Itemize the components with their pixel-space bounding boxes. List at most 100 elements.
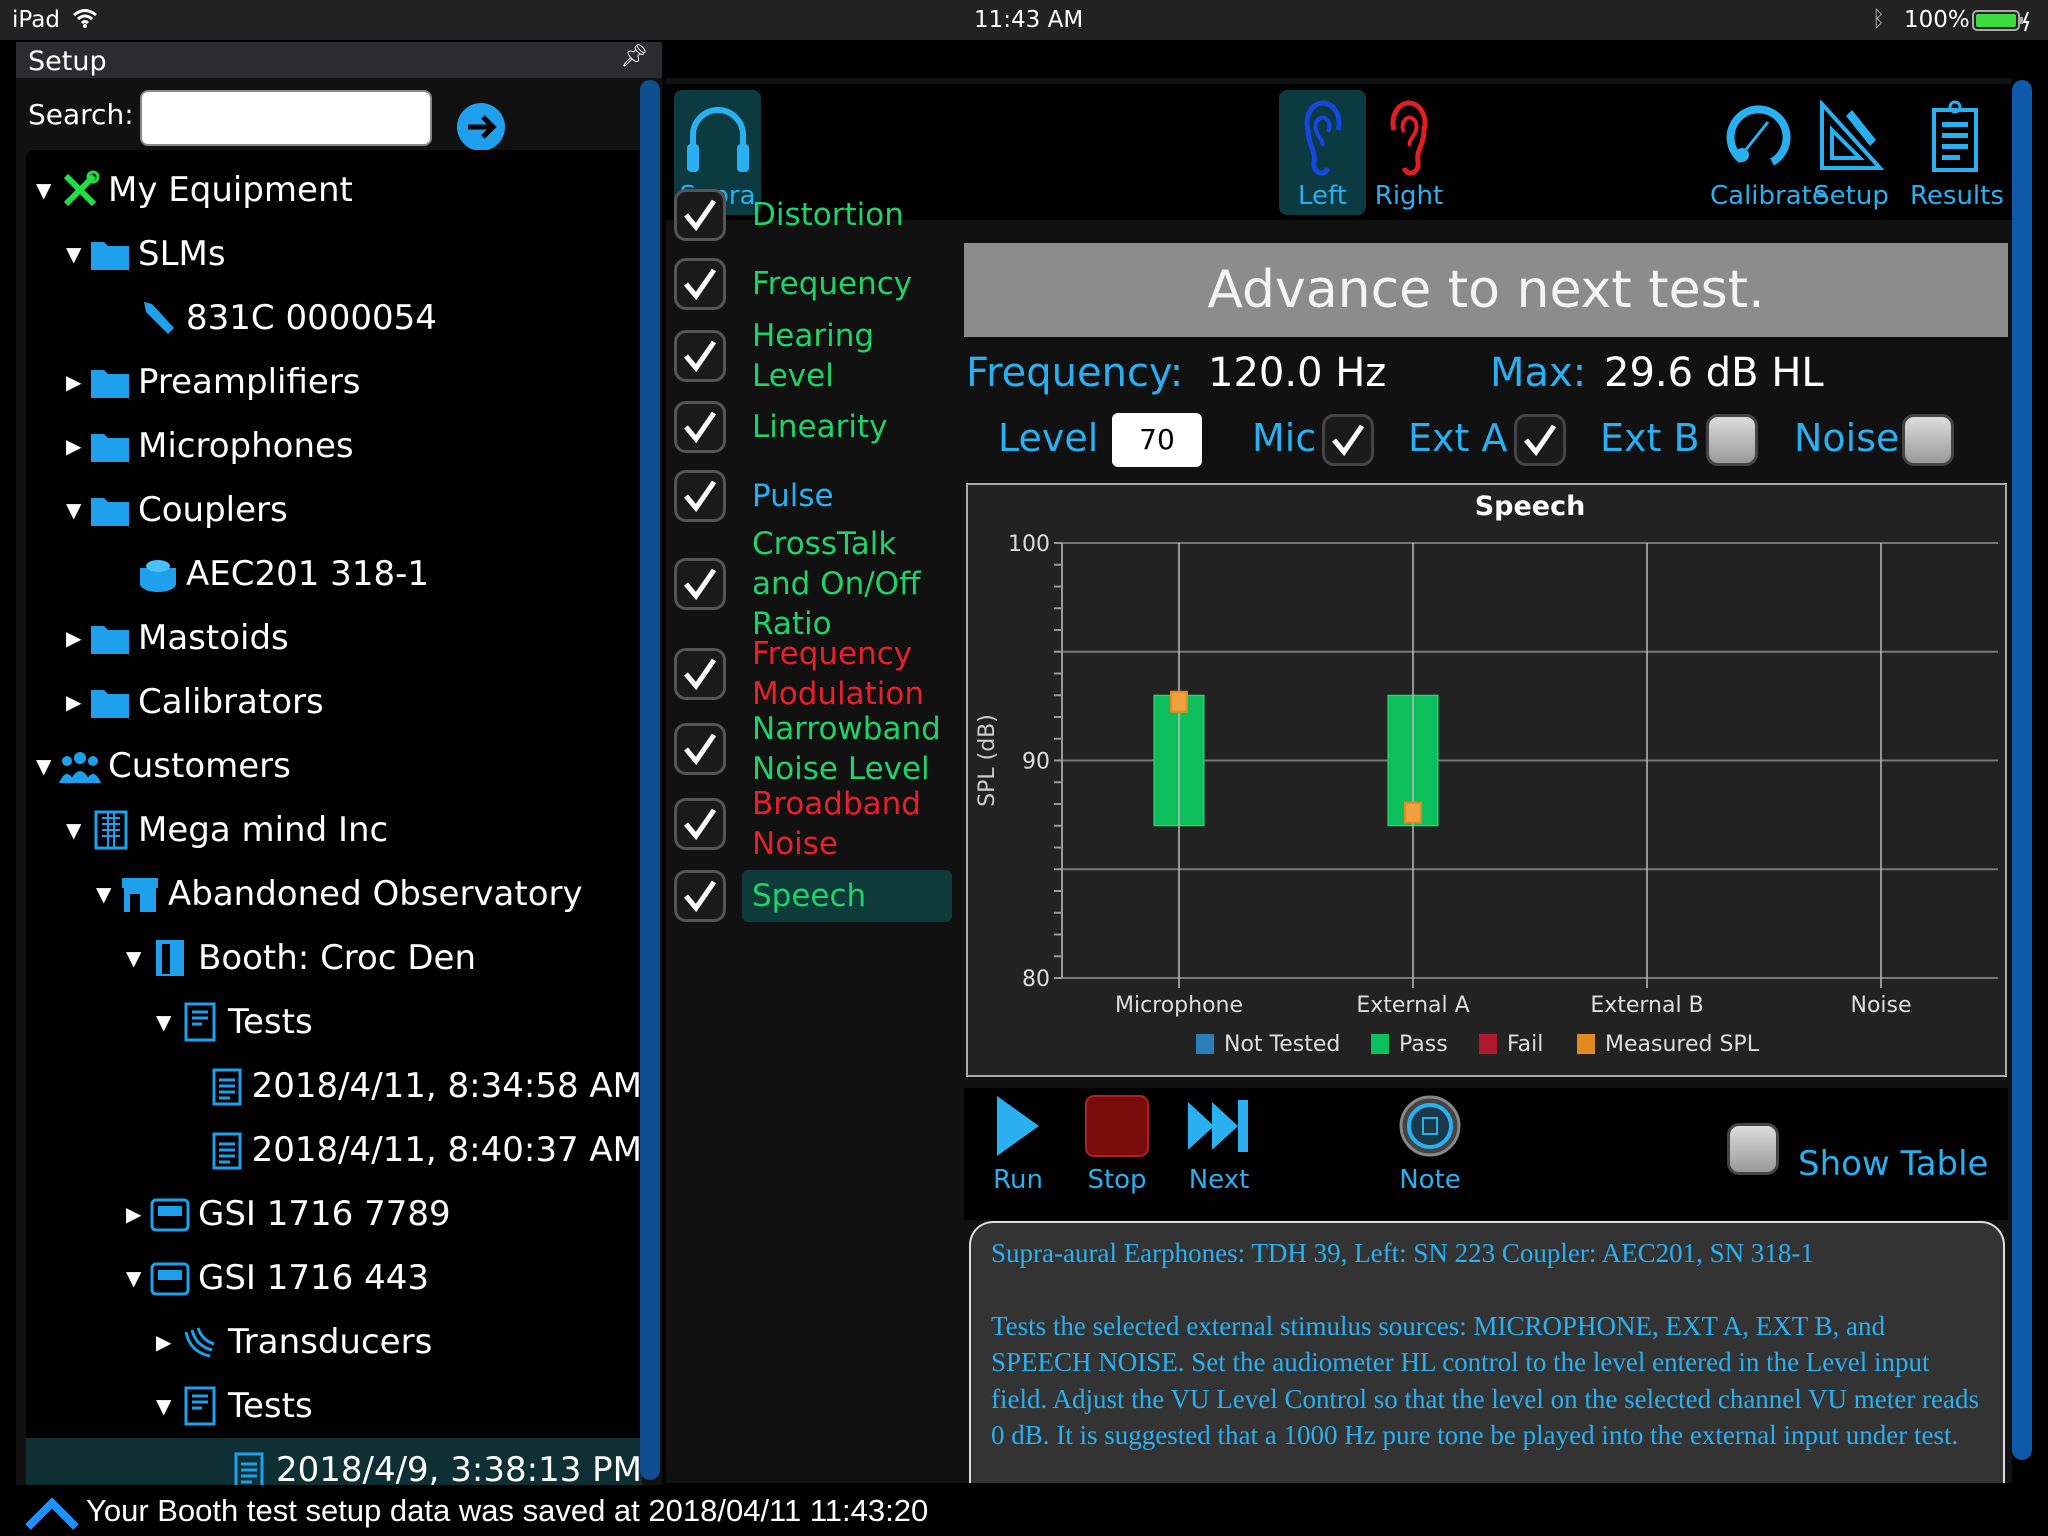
test-checkbox[interactable] <box>674 401 726 453</box>
checkmark-icon <box>1524 424 1557 457</box>
test-item[interactable]: Distortion <box>674 185 960 245</box>
test-item[interactable]: Broadband Noise <box>674 786 960 862</box>
tree-item[interactable]: ▼ Booth: Croc Den <box>26 926 642 990</box>
expand-arrow-right-icon[interactable]: ▶ <box>66 434 88 458</box>
expand-arrow-down-icon[interactable]: ▼ <box>156 1010 178 1034</box>
people-icon <box>58 746 102 786</box>
tree-item[interactable]: 2018/4/9, 3:38:13 PM <box>26 1438 642 1485</box>
search-go-button[interactable] <box>456 102 506 152</box>
test-label: Speech <box>742 870 952 922</box>
clipboard-icon <box>226 1450 270 1485</box>
tree-item[interactable]: 2018/4/11, 8:34:58 AM <box>26 1054 642 1118</box>
stop-button[interactable]: Stop <box>1082 1094 1152 1195</box>
right-ear-button[interactable]: Right <box>1374 90 1444 215</box>
run-button[interactable]: Run <box>988 1094 1048 1195</box>
expand-arrow-down-icon[interactable]: ▼ <box>36 754 58 778</box>
test-checkbox[interactable] <box>674 723 726 775</box>
right-scrollbar[interactable] <box>2012 80 2032 1460</box>
tree-item-label: 2018/4/11, 8:34:58 AM <box>251 1066 642 1106</box>
test-checkbox[interactable] <box>674 870 726 922</box>
legend-swatch <box>1479 1034 1497 1054</box>
tree-item[interactable]: ▶ Transducers <box>26 1310 642 1374</box>
ext-b-checkbox[interactable] <box>1706 414 1758 466</box>
tree-item[interactable]: 831C 0000054 <box>26 286 642 350</box>
tree-item[interactable]: AEC201 318-1 <box>26 542 642 606</box>
test-checkbox[interactable] <box>674 258 726 310</box>
audiometer-icon <box>148 1194 192 1234</box>
status-bar: iPad 11:43 AM ᛒ 100% <box>0 0 2048 40</box>
wifi-icon <box>73 9 97 28</box>
tree-item[interactable]: ▼ Mega mind Inc <box>26 798 642 862</box>
test-item[interactable]: Hearing Level <box>674 318 960 394</box>
level-input[interactable]: 70 <box>1112 413 1202 467</box>
left-scrollbar[interactable] <box>640 80 660 1480</box>
expand-arrow-right-icon[interactable]: ▶ <box>66 626 88 650</box>
test-item[interactable]: Pulse <box>674 466 960 526</box>
search-input[interactable] <box>140 90 432 146</box>
test-item[interactable]: Linearity <box>674 397 960 457</box>
tree-item[interactable]: ▶ Calibrators <box>26 670 642 734</box>
expand-arrow-down-icon[interactable]: ▼ <box>156 1394 178 1418</box>
expand-arrow-down-icon[interactable]: ▼ <box>96 882 118 906</box>
expand-arrow-right-icon[interactable]: ▶ <box>66 690 88 714</box>
test-checkbox[interactable] <box>674 558 726 610</box>
battery-percent: 100% <box>1904 7 1970 33</box>
results-button[interactable]: Results <box>1910 90 2004 215</box>
expand-arrow-down-icon[interactable]: ▼ <box>126 946 148 970</box>
y-axis-label: SPL (dB) <box>975 714 1000 807</box>
test-item[interactable]: Speech <box>674 866 960 926</box>
tree-item[interactable]: ▼ Tests <box>26 1374 642 1438</box>
ext-a-checkbox[interactable] <box>1514 414 1566 466</box>
tree-item[interactable]: ▼ Abandoned Observatory <box>26 862 642 926</box>
tree-item[interactable]: ▼ SLMs <box>26 222 642 286</box>
expand-arrow-right-icon[interactable]: ▶ <box>126 1202 148 1226</box>
expand-arrow-down-icon[interactable]: ▼ <box>36 178 58 202</box>
expand-arrow-right-icon[interactable]: ▶ <box>156 1330 178 1354</box>
checkmark-icon <box>684 733 717 766</box>
legend-label: Not Tested <box>1224 1032 1340 1057</box>
test-checkbox[interactable] <box>674 798 726 850</box>
tree-item[interactable]: ▼ Customers <box>26 734 642 798</box>
tree-item-label: Mega mind Inc <box>138 810 389 850</box>
chevron-up-icon[interactable] <box>24 1493 80 1533</box>
show-table-checkbox[interactable] <box>1727 1123 1779 1175</box>
setup-button[interactable]: Setup <box>1806 90 1896 215</box>
expand-arrow-down-icon[interactable]: ▼ <box>126 1266 148 1290</box>
tree-item[interactable]: ▶ GSI 1716 7789 <box>26 1182 642 1246</box>
checkmark-icon <box>684 199 717 232</box>
tree-item[interactable]: ▼ Tests <box>26 990 642 1054</box>
test-item[interactable]: Frequency Modulation <box>674 636 960 712</box>
tree-item[interactable]: ▶ Preamplifiers <box>26 350 642 414</box>
equipment-info: Supra-aural Earphones: TDH 39, Left: SN … <box>991 1238 1814 1268</box>
tree-item[interactable]: ▼ GSI 1716 443 <box>26 1246 642 1310</box>
test-checkbox[interactable] <box>674 648 726 700</box>
next-button[interactable]: Next <box>1184 1094 1254 1195</box>
legend-label: Fail <box>1507 1032 1543 1057</box>
tree-item[interactable]: ▼ My Equipment <box>26 158 642 222</box>
expand-arrow-down-icon[interactable]: ▼ <box>66 818 88 842</box>
tree-item[interactable]: ▶ Microphones <box>26 414 642 478</box>
test-item[interactable]: Narrowband Noise Level <box>674 711 960 787</box>
expand-arrow-down-icon[interactable]: ▼ <box>66 498 88 522</box>
tree-item[interactable]: 2018/4/11, 8:40:37 AM <box>26 1118 642 1182</box>
setup-title: Setup <box>28 46 107 77</box>
test-checkbox[interactable] <box>674 189 726 241</box>
tree-item[interactable]: ▶ Mastoids <box>26 606 642 670</box>
door-icon <box>148 938 192 978</box>
pin-icon[interactable]: 📌︎ <box>620 44 648 69</box>
noise-checkbox[interactable] <box>1902 414 1954 466</box>
test-checkbox[interactable] <box>674 470 726 522</box>
test-label: Pulse <box>752 478 834 514</box>
mic-checkbox[interactable] <box>1322 414 1374 466</box>
tree-item-label: Tests <box>228 1386 313 1426</box>
note-button[interactable]: Note <box>1390 1094 1470 1195</box>
play-icon <box>997 1096 1039 1156</box>
calibrate-button[interactable]: Calibrate <box>1710 90 1828 215</box>
expand-arrow-down-icon[interactable]: ▼ <box>66 242 88 266</box>
test-item[interactable]: CrossTalk and On/Off Ratio <box>674 526 960 642</box>
tree-item[interactable]: ▼ Couplers <box>26 478 642 542</box>
expand-arrow-right-icon[interactable]: ▶ <box>66 370 88 394</box>
test-item[interactable]: Frequency <box>674 254 960 314</box>
left-ear-button[interactable]: Left <box>1279 90 1366 215</box>
test-checkbox[interactable] <box>674 330 726 382</box>
